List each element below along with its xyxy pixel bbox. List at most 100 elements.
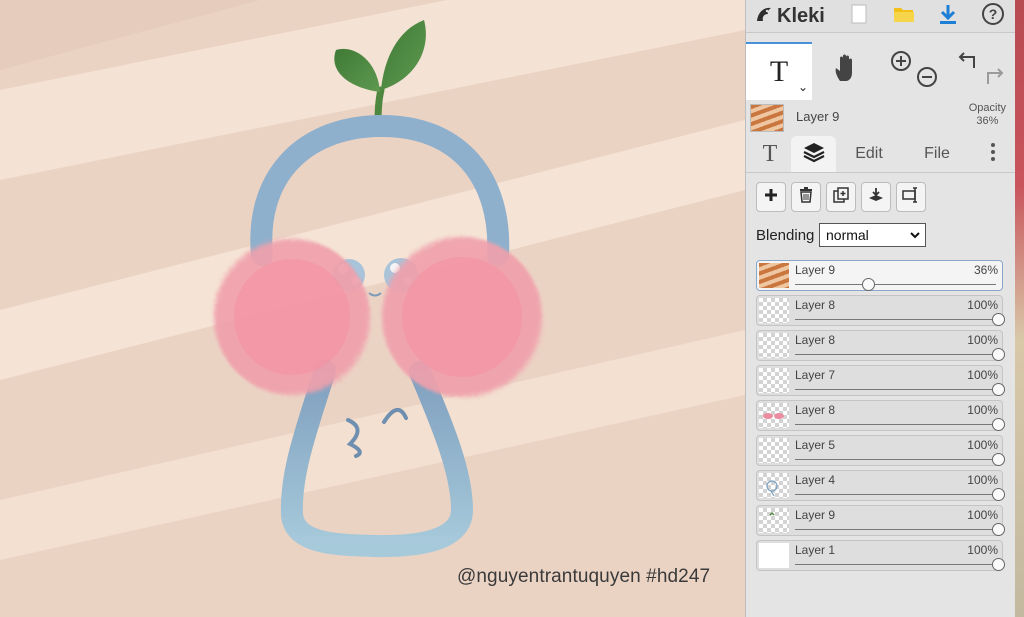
opacity-slider-handle[interactable]	[991, 313, 1005, 326]
layer-name: Layer 8	[795, 298, 836, 312]
duplicate-icon	[833, 186, 849, 208]
rename-layer-button[interactable]	[896, 182, 926, 212]
opacity-slider-handle[interactable]	[991, 523, 1005, 536]
kleki-bird-icon	[754, 4, 774, 29]
tab-edit[interactable]: Edit	[844, 136, 894, 172]
delete-layer-button[interactable]	[791, 182, 821, 212]
opacity-slider-track[interactable]	[795, 319, 996, 320]
layer-name: Layer 8	[795, 403, 836, 417]
tab-text[interactable]: T	[751, 136, 789, 172]
opacity-slider-handle[interactable]	[861, 278, 875, 291]
side-panel: Kleki ? T ⌄ Layer 9 Opacity 36% T Edit F…	[745, 0, 1016, 617]
canvas-artwork	[0, 0, 745, 617]
blending-select[interactable]: normal	[819, 223, 926, 247]
new-image-button[interactable]	[846, 0, 872, 32]
top-bar: Kleki ?	[746, 0, 1016, 33]
redo-icon[interactable]	[982, 66, 1004, 91]
layer-item[interactable]: Layer 8 100%	[756, 330, 1005, 361]
opacity-slider-track[interactable]	[795, 459, 996, 460]
layer-opacity: 100%	[967, 333, 998, 347]
opacity-slider-handle[interactable]	[991, 558, 1005, 571]
opacity-slider-handle[interactable]	[991, 453, 1005, 466]
opacity-slider-track[interactable]	[795, 354, 996, 355]
tab-layers[interactable]	[791, 136, 836, 172]
more-vertical-icon	[990, 142, 996, 167]
layer-item[interactable]: Layer 1 100%	[756, 540, 1005, 571]
more-menu-button[interactable]	[982, 136, 1004, 172]
layer-thumbnail	[759, 473, 789, 498]
plus-icon	[764, 188, 778, 207]
layer-item[interactable]: Layer 4 100%	[756, 470, 1005, 501]
layer-opacity: 100%	[967, 298, 998, 312]
layer-item[interactable]: Layer 8 100%	[756, 400, 1005, 431]
help-icon: ?	[981, 2, 1005, 31]
layer-item[interactable]: Layer 9 100%	[756, 505, 1005, 536]
layer-thumbnail	[759, 543, 789, 568]
rename-icon	[902, 186, 920, 208]
help-button[interactable]: ?	[978, 0, 1008, 32]
layer-opacity: 100%	[967, 368, 998, 382]
tool-row: T ⌄	[746, 42, 1016, 100]
opacity-value: 36%	[976, 115, 999, 127]
layer-name: Layer 1	[795, 543, 836, 557]
layer-item[interactable]: Layer 9 36%	[756, 260, 1003, 291]
opacity-slider-track[interactable]	[795, 424, 996, 425]
opacity-slider-track[interactable]	[795, 564, 996, 565]
layer-opacity: 100%	[967, 543, 998, 557]
layer-name: Layer 9	[795, 508, 836, 522]
new-page-icon	[851, 4, 867, 29]
download-button[interactable]	[934, 0, 962, 32]
download-icon	[938, 3, 958, 30]
zoom-out-icon[interactable]	[916, 66, 938, 93]
folder-icon	[893, 4, 915, 29]
current-layer-row: Layer 9 Opacity 36%	[746, 100, 1016, 134]
layer-thumbnail	[759, 368, 789, 393]
text-tool-label: T	[769, 55, 789, 88]
zoom-buttons	[884, 42, 944, 98]
layers-tab-icon	[802, 141, 826, 168]
add-layer-button[interactable]	[756, 182, 786, 212]
zoom-in-icon[interactable]	[890, 50, 912, 77]
layer-thumbnail	[759, 403, 789, 428]
layer-name: Layer 7	[795, 368, 836, 382]
opacity-slider-handle[interactable]	[991, 383, 1005, 396]
layer-item[interactable]: Layer 8 100%	[756, 295, 1005, 326]
layer-name: Layer 4	[795, 473, 836, 487]
panel-tabs: T Edit File	[746, 136, 1016, 173]
duplicate-layer-button[interactable]	[826, 182, 856, 212]
blending-value: normal	[826, 227, 869, 243]
layer-name: Layer 5	[795, 438, 836, 452]
layer-thumbnail	[759, 508, 789, 533]
open-button[interactable]	[890, 0, 918, 32]
hand-tool-button[interactable]	[812, 42, 880, 98]
svg-text:?: ?	[989, 6, 998, 22]
layer-opacity: 100%	[967, 473, 998, 487]
merge-down-icon	[868, 187, 884, 208]
merge-down-button[interactable]	[861, 182, 891, 212]
layer-item[interactable]: Layer 5 100%	[756, 435, 1005, 466]
opacity-slider-track[interactable]	[795, 494, 996, 495]
layer-item[interactable]: Layer 7 100%	[756, 365, 1005, 396]
layer-opacity: 36%	[973, 263, 998, 277]
undo-icon[interactable]	[958, 50, 980, 75]
app-name: Kleki	[777, 4, 825, 27]
text-tool-button[interactable]: T ⌄	[746, 42, 812, 100]
opacity-slider-track[interactable]	[795, 529, 996, 530]
layer-thumbnail	[759, 333, 789, 358]
current-layer-name: Layer 9	[796, 109, 840, 124]
layer-opacity: 100%	[967, 508, 998, 522]
kleki-logo[interactable]: Kleki	[754, 0, 830, 32]
chevron-down-icon	[910, 224, 920, 254]
background-edge	[1015, 0, 1024, 617]
tab-file[interactable]: File	[912, 136, 962, 172]
opacity-slider-handle[interactable]	[991, 488, 1005, 501]
layer-thumbnail	[759, 263, 789, 288]
layer-opacity: 100%	[967, 438, 998, 452]
opacity-slider-handle[interactable]	[991, 418, 1005, 431]
trash-icon	[799, 186, 813, 208]
watermark-text: @nguyentrantuquyen #hd247	[457, 566, 711, 587]
opacity-slider-handle[interactable]	[991, 348, 1005, 361]
opacity-slider-track[interactable]	[795, 389, 996, 390]
drawing-canvas[interactable]: @nguyentrantuquyen #hd247	[0, 0, 745, 617]
opacity-slider-track[interactable]	[795, 284, 996, 285]
